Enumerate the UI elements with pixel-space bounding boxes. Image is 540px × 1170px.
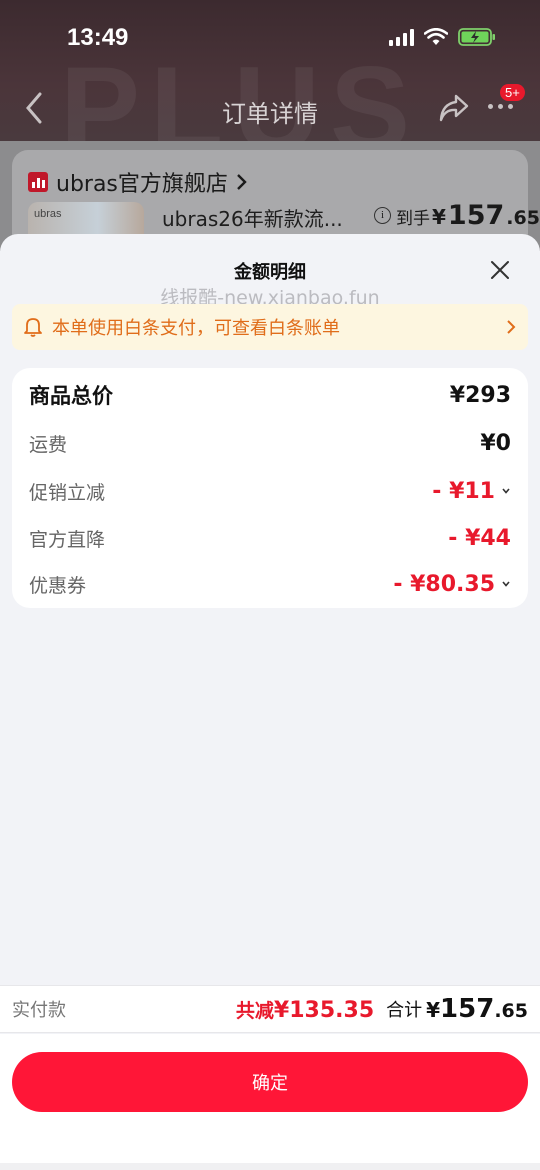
total-amount: ¥ 157 .65 xyxy=(426,994,528,1024)
row-value-text: - ¥44 xyxy=(448,525,511,551)
discount-label: 共减 xyxy=(235,999,274,1022)
status-icons xyxy=(389,28,496,46)
background-header: PLUS 13:49 订单详情 5+ xyxy=(0,0,540,141)
store-logo-icon xyxy=(28,172,48,192)
more-icon[interactable] xyxy=(488,104,513,109)
sheet-title: 金额明细 xyxy=(234,262,306,283)
wifi-icon xyxy=(424,28,448,45)
product-name[interactable]: ubras26年新款流... xyxy=(162,203,343,232)
row-label: 商品总价 xyxy=(29,384,113,408)
discount-value: ¥135.35 xyxy=(273,997,375,1023)
row-label: 官方直降 xyxy=(29,528,106,551)
row-value-text: ¥0 xyxy=(480,430,511,456)
chevron-right-icon xyxy=(507,320,516,334)
signal-icon xyxy=(389,28,414,46)
row-value: - ¥44 xyxy=(448,526,511,551)
row-value: ¥0 xyxy=(480,431,511,456)
home-indicator-area xyxy=(0,1163,540,1170)
bottom-action-area: 确定 xyxy=(0,1034,540,1170)
thumbnail-brand-text: ubras xyxy=(34,208,62,220)
row-coupon[interactable]: 优惠券 - ¥80.35 xyxy=(29,569,511,599)
notice-text: 本单使用白条支付，可查看白条账单 xyxy=(52,318,340,339)
total-decimal: .65 xyxy=(494,1000,528,1022)
price-currency: ¥ xyxy=(432,205,446,229)
price-decimal: .65 xyxy=(506,207,540,229)
store-row[interactable]: ubras官方旗舰店 xyxy=(28,166,248,198)
notification-badge: 5+ xyxy=(500,84,525,101)
row-shipping: 运费 ¥0 xyxy=(29,428,511,458)
total-label: 合计 xyxy=(386,1000,423,1021)
product-price: i 到手 ¥ 157 .65 xyxy=(374,200,540,231)
row-value: - ¥11 xyxy=(432,479,511,504)
row-value-text: - ¥11 xyxy=(432,478,495,504)
row-promotion[interactable]: 促销立减 - ¥11 xyxy=(29,476,511,506)
share-icon[interactable] xyxy=(438,93,470,123)
row-label: 促销立减 xyxy=(29,481,106,504)
total-currency: ¥ xyxy=(426,998,441,1022)
row-value: ¥293 xyxy=(450,383,511,408)
chevron-right-icon xyxy=(237,174,247,190)
bell-icon xyxy=(24,318,42,337)
status-time: 13:49 xyxy=(67,24,129,51)
chevron-down-icon xyxy=(502,581,510,587)
battery-icon xyxy=(458,28,495,46)
baitiao-notice[interactable]: 本单使用白条支付，可查看白条账单 xyxy=(12,304,528,350)
payment-summary-bar: 实付款 共减¥135.35 合计 ¥ 157 .65 xyxy=(0,985,540,1033)
amount-detail-card: 商品总价 ¥293 运费 ¥0 促销立减 - ¥11 官方直降 - ¥44 优惠… xyxy=(12,368,528,608)
row-goods-total: 商品总价 ¥293 xyxy=(29,380,511,410)
row-label: 运费 xyxy=(29,433,68,456)
row-value: - ¥80.35 xyxy=(393,572,511,597)
close-icon[interactable] xyxy=(486,256,514,284)
info-icon[interactable]: i xyxy=(374,207,391,224)
row-official-discount: 官方直降 - ¥44 xyxy=(29,523,511,553)
chevron-down-icon xyxy=(502,488,510,494)
row-value-text: - ¥80.35 xyxy=(393,571,495,597)
row-value-text: ¥293 xyxy=(449,382,511,408)
price-prefix: 到手 xyxy=(396,209,430,229)
confirm-button[interactable]: 确定 xyxy=(12,1052,528,1112)
price-integer: 157 xyxy=(447,200,505,231)
row-label: 优惠券 xyxy=(29,574,87,597)
store-name: ubras官方旗舰店 xyxy=(56,172,228,197)
total-integer: 157 xyxy=(440,994,495,1024)
total-discount: 共减¥135.35 xyxy=(236,996,374,1023)
actual-payment-label: 实付款 xyxy=(12,1000,66,1021)
